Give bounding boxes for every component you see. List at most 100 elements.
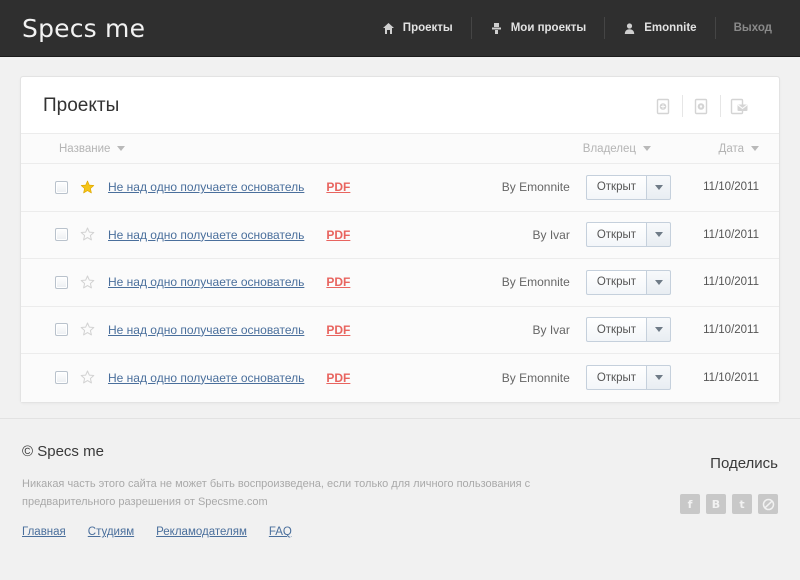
status-button[interactable]: Открыт <box>586 270 647 295</box>
footer-links: Главная Студиям Рекламодателям FAQ <box>22 526 542 538</box>
status-button[interactable]: Открыт <box>586 222 647 247</box>
row-date: 11/10/2011 <box>671 229 759 241</box>
main-nav: Проекты Мои проекты <box>364 0 782 57</box>
status-dropdown-button[interactable] <box>647 365 671 390</box>
column-header-name[interactable]: Название <box>59 143 125 155</box>
star-outline-icon[interactable] <box>80 322 95 337</box>
project-name-link[interactable]: Не над одно получаете основатель <box>108 371 304 385</box>
nav-item-logout[interactable]: Выход <box>716 17 782 39</box>
chevron-down-icon <box>655 232 663 237</box>
footer-link[interactable]: Главная <box>22 526 66 538</box>
add-document-icon <box>656 98 671 115</box>
status-dropdown-button[interactable] <box>647 270 671 295</box>
chevron-down-icon <box>655 327 663 332</box>
footer-left: © Specs me Никакая часть этого сайта не … <box>22 443 542 580</box>
site-logo[interactable]: Specs me <box>22 14 145 43</box>
column-header-date[interactable]: Дата <box>673 143 759 155</box>
projects-card: Проекты <box>20 76 780 403</box>
status-button-group: Открыт <box>586 175 671 200</box>
column-header-name-label: Название <box>59 143 110 155</box>
row-checkbox[interactable] <box>55 276 68 289</box>
card-header: Проекты <box>21 77 779 134</box>
row-owner: By Ivar <box>468 323 586 337</box>
project-name-link[interactable]: Не над одно получаете основатель <box>108 275 304 289</box>
chevron-down-icon <box>655 375 663 380</box>
twitter-icon[interactable]: t <box>732 494 752 514</box>
column-header-date-label: Дата <box>719 143 744 155</box>
projects-icon <box>490 22 503 35</box>
projects-table-body: Не над одно получаете основатель PDF By Em… <box>21 164 779 402</box>
nav-item-my-projects-label: Мои проекты <box>511 22 586 34</box>
status-button[interactable]: Открыт <box>586 175 647 200</box>
nav-item-user[interactable]: Emonnite <box>605 17 715 39</box>
share-title: Поделись <box>680 455 778 472</box>
footer-brand: © Specs me <box>22 443 542 460</box>
status-button-group: Открыт <box>586 270 671 295</box>
table-column-headers: Название Владелец Дата <box>21 134 779 164</box>
app-page: Specs me Проекты Мои пр <box>0 0 800 580</box>
status-button-group: Открыт <box>586 317 671 342</box>
row-owner: By Emonnite <box>468 180 586 194</box>
star-filled-icon[interactable] <box>80 180 95 195</box>
social-buttons: fBt <box>680 494 778 514</box>
column-header-owner-label: Владелец <box>583 143 636 155</box>
row-checkbox[interactable] <box>55 228 68 241</box>
footer-link[interactable]: Студиям <box>88 526 134 538</box>
row-checkbox[interactable] <box>55 323 68 336</box>
footer-legal-text: Никакая часть этого сайта не может быть … <box>22 475 542 511</box>
star-outline-icon[interactable] <box>80 370 95 385</box>
pdf-link[interactable]: PDF <box>326 371 350 385</box>
nav-item-my-projects[interactable]: Мои проекты <box>472 17 605 39</box>
pdf-link[interactable]: PDF <box>326 180 350 194</box>
nav-item-projects[interactable]: Проекты <box>364 17 472 39</box>
row-owner: By Emonnite <box>468 371 586 385</box>
table-row: Не над одно получаете основатель PDF By Em… <box>21 354 779 402</box>
document-settings-button[interactable] <box>683 95 721 117</box>
project-name-link[interactable]: Не над одно получаете основатель <box>108 228 304 242</box>
footer-link[interactable]: FAQ <box>269 526 292 538</box>
status-dropdown-button[interactable] <box>647 222 671 247</box>
document-share-button[interactable] <box>721 95 759 117</box>
column-header-owner[interactable]: Владелец <box>553 143 673 155</box>
page-footer: © Specs me Никакая часть этого сайта не … <box>0 418 800 580</box>
page-title: Проекты <box>43 95 119 117</box>
main-content: Проекты <box>0 57 800 403</box>
project-name-link[interactable]: Не над одно получаете основатель <box>108 323 304 337</box>
pdf-link[interactable]: PDF <box>326 275 350 289</box>
status-button[interactable]: Открыт <box>586 317 647 342</box>
add-document-button[interactable] <box>645 95 683 117</box>
footer-right: Поделись fBt <box>680 443 778 580</box>
footer-link[interactable]: Рекламодателям <box>156 526 247 538</box>
chevron-down-icon <box>117 146 125 151</box>
status-dropdown-button[interactable] <box>647 175 671 200</box>
row-checkbox[interactable] <box>55 371 68 384</box>
pdf-link[interactable]: PDF <box>326 323 350 337</box>
row-date: 11/10/2011 <box>671 324 759 336</box>
row-date: 11/10/2011 <box>671 181 759 193</box>
row-checkbox[interactable] <box>55 181 68 194</box>
project-name-link[interactable]: Не над одно получаете основатель <box>108 180 304 194</box>
star-outline-icon[interactable] <box>80 275 95 290</box>
user-icon <box>623 22 636 35</box>
pdf-link[interactable]: PDF <box>326 228 350 242</box>
vkontakte-icon[interactable]: B <box>706 494 726 514</box>
chevron-down-icon <box>655 280 663 285</box>
row-date: 11/10/2011 <box>671 372 759 384</box>
card-action-buttons <box>645 95 759 117</box>
chevron-down-icon <box>751 146 759 151</box>
top-navigation-bar: Specs me Проекты Мои пр <box>0 0 800 57</box>
facebook-icon[interactable]: f <box>680 494 700 514</box>
table-row: Не над одно получаете основатель PDF By Iv… <box>21 212 779 260</box>
star-outline-icon[interactable] <box>80 227 95 242</box>
document-share-icon <box>730 98 749 115</box>
chevron-down-icon <box>643 146 651 151</box>
status-button-group: Открыт <box>586 222 671 247</box>
status-button-group: Открыт <box>586 365 671 390</box>
odnoklassniki-icon[interactable] <box>758 494 778 514</box>
table-row: Не над одно получаете основатель PDF By Iv… <box>21 307 779 355</box>
row-owner: By Emonnite <box>468 275 586 289</box>
row-owner: By Ivar <box>468 228 586 242</box>
status-dropdown-button[interactable] <box>647 317 671 342</box>
nav-item-logout-label: Выход <box>734 22 772 34</box>
status-button[interactable]: Открыт <box>586 365 647 390</box>
